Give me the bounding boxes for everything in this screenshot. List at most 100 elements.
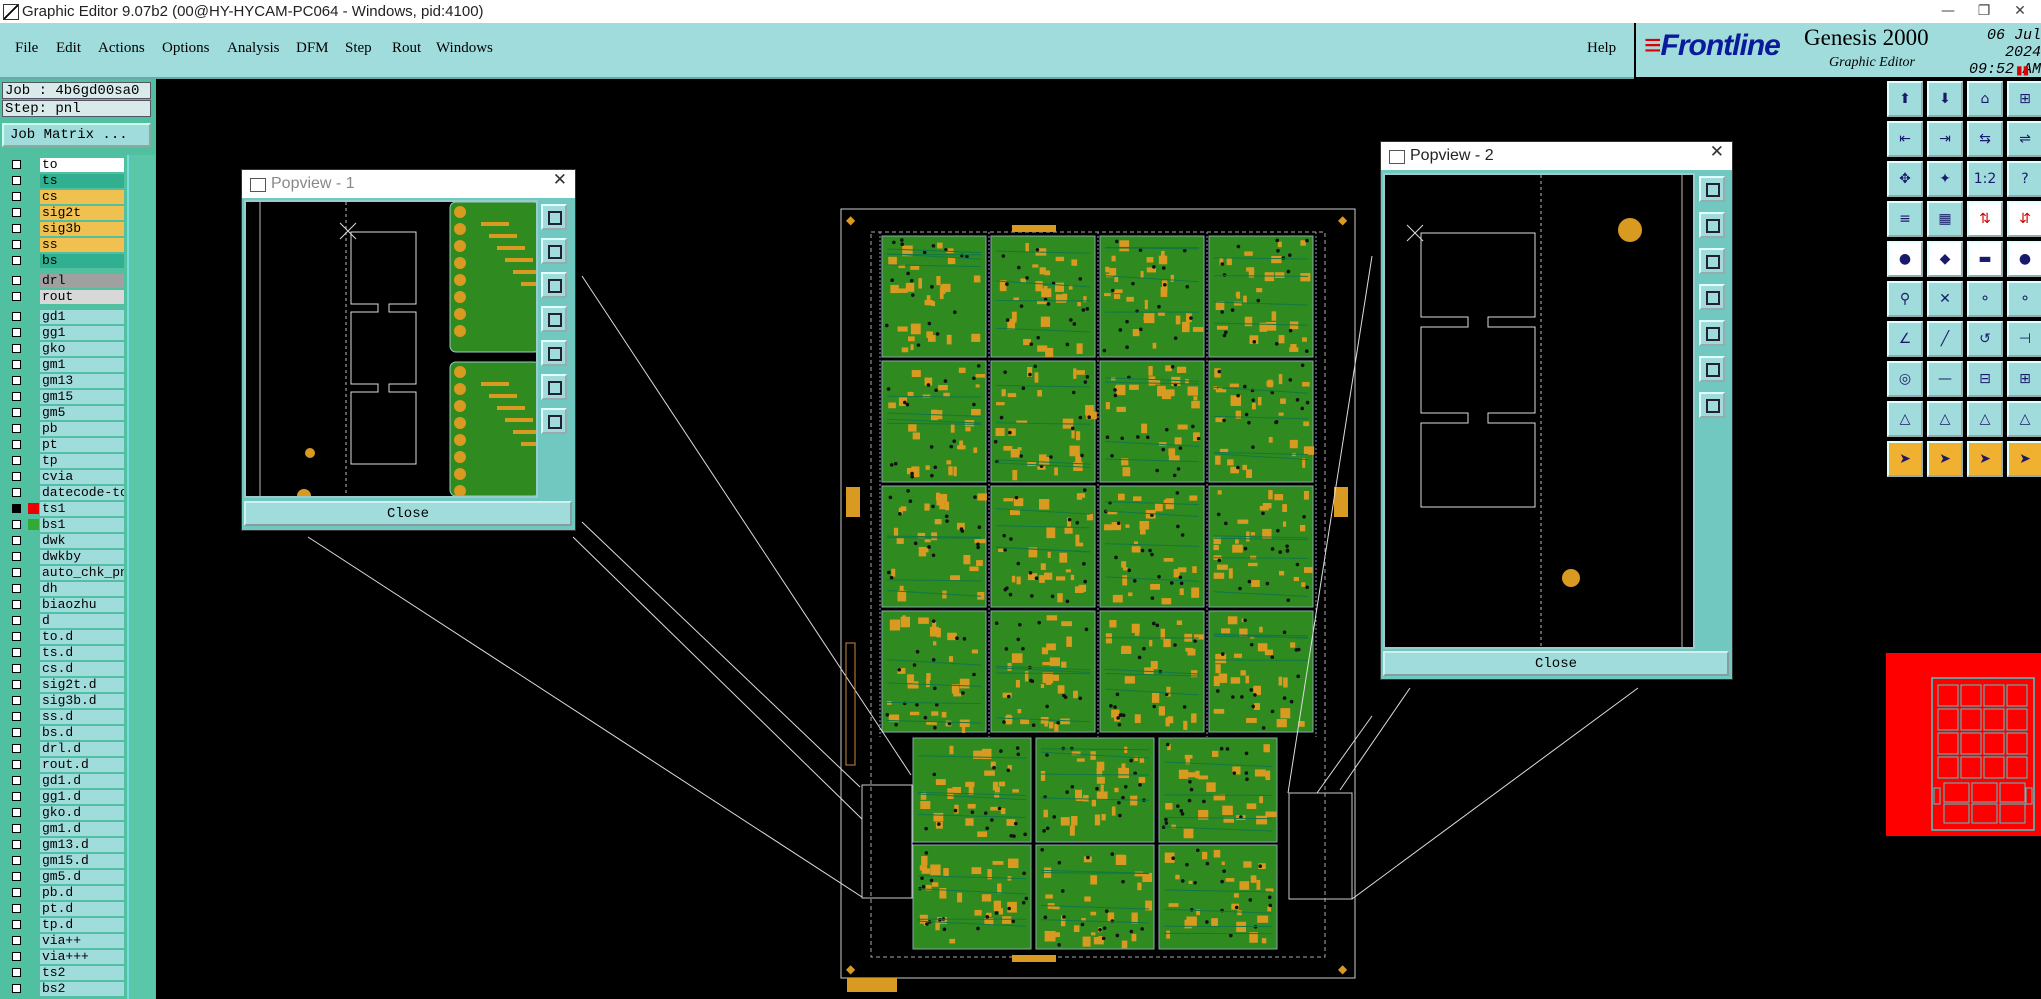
layer-checkbox[interactable] (12, 712, 21, 721)
layer-name[interactable]: ts1 (40, 502, 124, 516)
maximize-button[interactable]: ❐ (1966, 0, 2002, 23)
layer-checkbox[interactable] (12, 192, 21, 201)
layer-row[interactable]: cs.d (2, 661, 126, 677)
layer-checkbox[interactable] (12, 224, 21, 233)
layer-checkbox[interactable] (12, 208, 21, 217)
layer-name[interactable]: d (40, 614, 124, 628)
pad-icon[interactable]: ● (1887, 241, 1923, 277)
layer-name[interactable]: gm1 (40, 358, 124, 372)
zoom-in-icon[interactable] (1699, 212, 1725, 238)
layer-name[interactable]: dh (40, 582, 124, 596)
mirror-icon[interactable]: ⇌ (2007, 121, 2041, 157)
layer-name[interactable]: biaozhu (40, 598, 124, 612)
layer-row[interactable]: tp (2, 453, 126, 469)
menu-step[interactable]: Step (345, 40, 372, 57)
layer-checkbox[interactable] (12, 472, 21, 481)
layer-row[interactable]: bs1 (2, 517, 126, 533)
layer-row[interactable]: pt (2, 437, 126, 453)
layer-name[interactable]: dwkby (40, 550, 124, 564)
triangle-b-icon[interactable]: △ (1967, 401, 2003, 437)
layer-name[interactable]: rout.d (40, 758, 124, 772)
up-down-icon[interactable]: ⇅ (1967, 201, 2003, 237)
layer-checkbox[interactable] (12, 632, 21, 641)
layer-checkbox[interactable] (12, 824, 21, 833)
layer-checkbox[interactable] (12, 840, 21, 849)
layer-checkbox[interactable] (12, 872, 21, 881)
layer-checkbox[interactable] (12, 920, 21, 929)
layer-row[interactable]: gg1 (2, 325, 126, 341)
layer-row[interactable]: rout.d (2, 757, 126, 773)
layer-checkbox[interactable] (12, 888, 21, 897)
layer-row[interactable]: via++ (2, 933, 126, 949)
layer-row[interactable]: tp.d (2, 917, 126, 933)
layer-row[interactable]: gm1 (2, 357, 126, 373)
layer-checkbox[interactable] (12, 680, 21, 689)
layer-name[interactable]: gm15 (40, 390, 124, 404)
pan-left-icon[interactable] (1699, 284, 1725, 310)
zoom-center-icon[interactable] (1699, 392, 1725, 418)
layer-row[interactable]: datecode-to (2, 485, 126, 501)
layer-checkbox[interactable] (12, 456, 21, 465)
menu-edit[interactable]: Edit (56, 40, 81, 57)
layer-checkbox[interactable] (12, 728, 21, 737)
layer-checkbox[interactable] (12, 648, 21, 657)
layer-row[interactable]: pb.d (2, 885, 126, 901)
layer-name[interactable]: ts (40, 174, 124, 188)
menu-analysis[interactable]: Analysis (227, 40, 280, 57)
layer-row[interactable]: dwkby (2, 549, 126, 565)
layer-row[interactable]: gm13 (2, 373, 126, 389)
layer-row[interactable]: ss (2, 237, 126, 253)
grid-icon[interactable]: ▦ (1927, 201, 1963, 237)
layer-row[interactable]: biaozhu (2, 597, 126, 613)
layer-name[interactable]: pt (40, 438, 124, 452)
connect-icon[interactable]: ⚬ (1967, 281, 2003, 317)
down-up-icon[interactable]: ⇵ (2007, 201, 2041, 237)
dash-icon[interactable]: — (1927, 361, 1963, 397)
layer-name[interactable]: gd1 (40, 310, 124, 324)
minimize-button[interactable]: — (1930, 0, 1966, 23)
layer-name[interactable]: cs.d (40, 662, 124, 676)
fill-icon[interactable]: ◎ (1887, 361, 1923, 397)
layer-checkbox[interactable] (12, 328, 21, 337)
layer-name[interactable]: gm13 (40, 374, 124, 388)
overview-minimap[interactable] (1886, 653, 2041, 836)
layer-row[interactable]: cvia (2, 469, 126, 485)
lines-icon[interactable]: ≡ (1887, 201, 1923, 237)
layer-checkbox[interactable] (12, 584, 21, 593)
layer-row[interactable]: bs2 (2, 981, 126, 997)
menu-dfm[interactable]: DFM (296, 40, 329, 57)
layer-checkbox[interactable] (12, 240, 21, 249)
angle-icon[interactable]: ∠ (1887, 321, 1923, 357)
move-icon[interactable]: ✥ (1887, 161, 1923, 197)
layer-name[interactable]: gm13.d (40, 838, 124, 852)
layer-name[interactable]: sig3b.d (40, 694, 124, 708)
layer-name[interactable]: via+++ (40, 950, 124, 964)
menu-rout[interactable]: Rout (392, 40, 421, 57)
layer-row[interactable]: gm15 (2, 389, 126, 405)
layer-row[interactable]: rout (2, 289, 126, 305)
layer-checkbox[interactable] (12, 696, 21, 705)
layer-checkbox[interactable] (12, 408, 21, 417)
layer-row[interactable]: sig3b.d (2, 693, 126, 709)
star-icon[interactable]: ✦ (1927, 161, 1963, 197)
layer-name[interactable]: sig3b (40, 222, 124, 236)
layer-checkbox[interactable] (12, 968, 21, 977)
zoom-out-icon[interactable] (541, 272, 567, 298)
layer-row[interactable]: gm5.d (2, 869, 126, 885)
fit-icon[interactable]: ⊞ (2007, 81, 2041, 117)
menu-help[interactable]: Help (1587, 40, 1616, 57)
layer-row[interactable]: ts1 (2, 501, 126, 517)
zoom-fit-icon[interactable] (541, 204, 567, 230)
layer-row[interactable]: gd1 (2, 309, 126, 325)
menu-windows[interactable]: Windows (436, 40, 493, 57)
layer-row[interactable]: sig3b (2, 221, 126, 237)
layer-row[interactable]: gm1.d (2, 821, 126, 837)
layer-checkbox[interactable] (12, 600, 21, 609)
layer-row[interactable]: sig2t (2, 205, 126, 221)
layer-checkbox[interactable] (12, 160, 21, 169)
popview-1-close-button[interactable]: Close (244, 501, 572, 526)
layer-row[interactable]: gko.d (2, 805, 126, 821)
layer-name[interactable]: ss.d (40, 710, 124, 724)
layer-name[interactable]: rout (40, 290, 124, 304)
layer-name[interactable]: to (40, 158, 124, 172)
